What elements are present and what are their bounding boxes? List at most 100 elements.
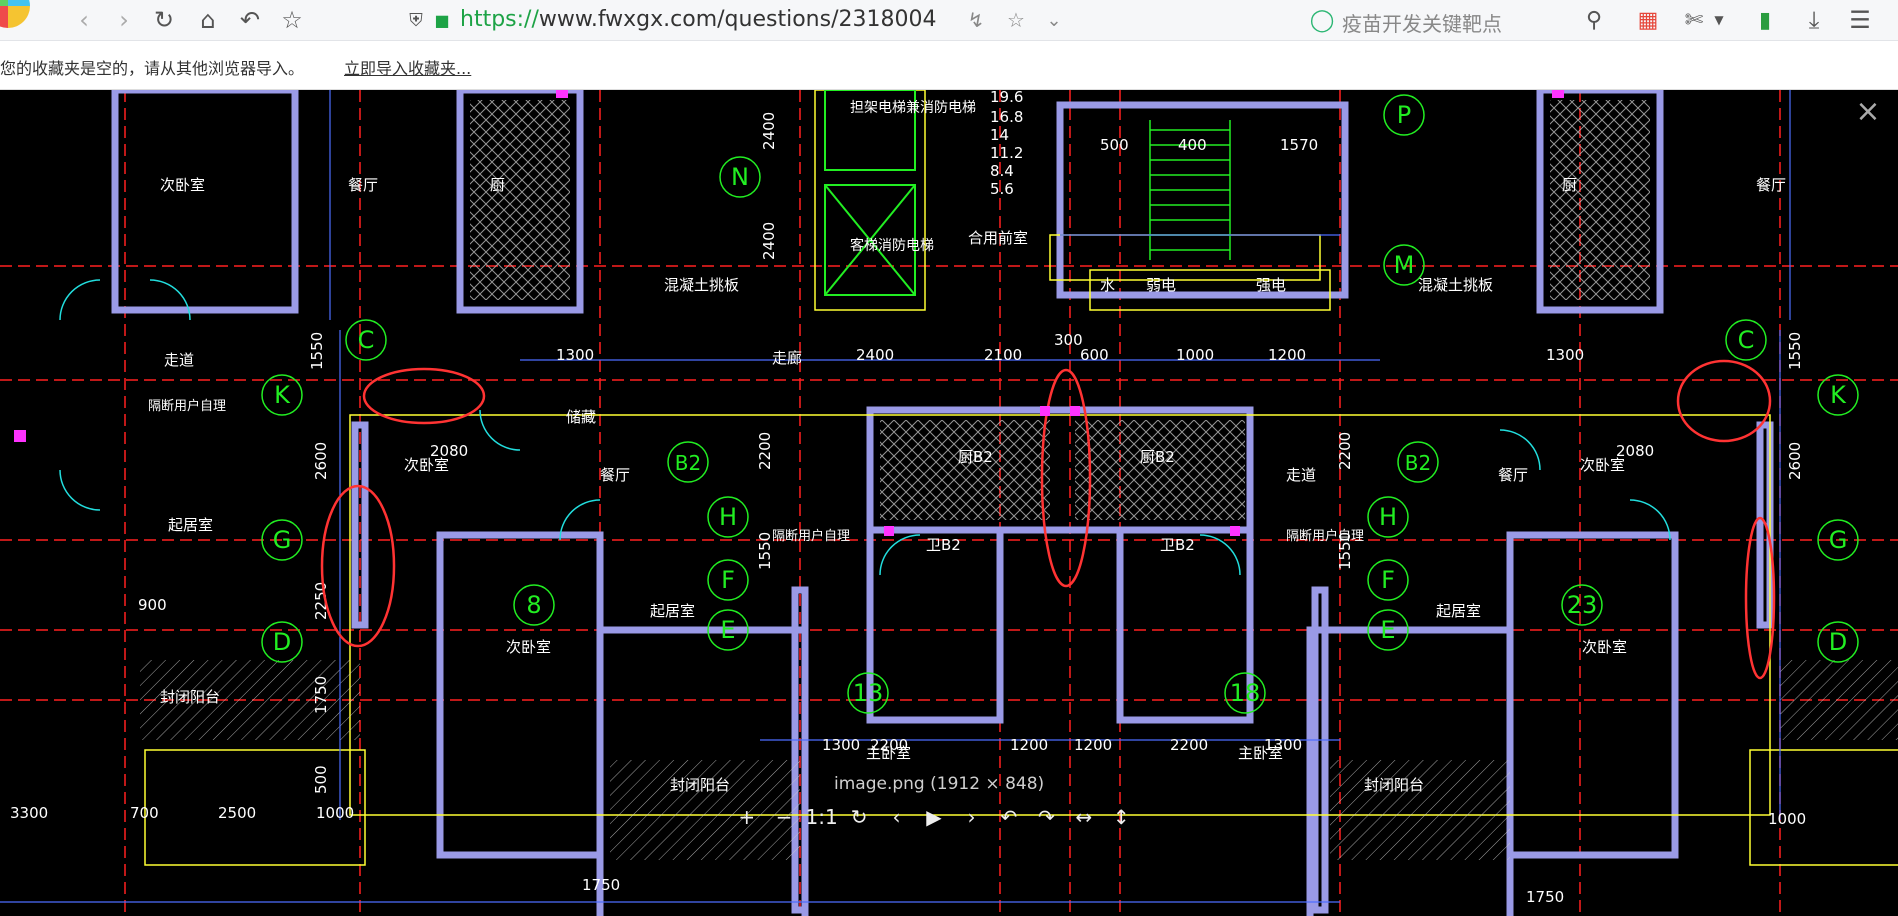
room-label: 卫B2 bbox=[926, 536, 961, 554]
import-bookmarks-link[interactable]: 立即导入收藏夹... bbox=[344, 55, 471, 79]
room-label: 起居室 bbox=[168, 516, 213, 534]
room-label: 封闭阳台 bbox=[1364, 776, 1424, 794]
menu-icon[interactable]: ☰ bbox=[1846, 6, 1874, 34]
download-icon[interactable]: ⤓ bbox=[1800, 6, 1828, 34]
dimension-label: 500 bbox=[1100, 136, 1129, 154]
dimension-label: 14 bbox=[990, 126, 1009, 144]
rotate-icon[interactable]: ↻ bbox=[840, 800, 877, 834]
room-label: 强电 bbox=[1256, 276, 1286, 294]
room-label: 封闭阳台 bbox=[160, 688, 220, 706]
address-bar[interactable]: ⛨ ■ https://www.fwxgx.com/questions/2318… bbox=[398, 4, 1260, 36]
bookmarks-bar: 您的收藏夹是空的，请从其他浏览器导入。 立即导入收藏夹... bbox=[0, 41, 1898, 90]
room-label: 卫B2 bbox=[1160, 536, 1195, 554]
dimension-label: 8.4 bbox=[990, 162, 1014, 180]
dimension-label: 2600 bbox=[1786, 442, 1804, 480]
dimension-label: 1550 bbox=[1786, 332, 1804, 370]
dimension-label: 1550 bbox=[308, 332, 326, 370]
battery-icon[interactable]: ▮ bbox=[1748, 6, 1782, 34]
axis-label: P bbox=[1397, 101, 1411, 129]
room-number-label: 13 bbox=[853, 679, 884, 707]
dimension-label: 1750 bbox=[582, 876, 620, 894]
dimension-label: 1000 bbox=[316, 804, 354, 822]
dimension-label: 1750 bbox=[312, 676, 330, 714]
actual-size-button[interactable]: 1:1 bbox=[803, 800, 840, 834]
room-label: 合用前室 bbox=[968, 229, 1028, 247]
room-label: 厨B2 bbox=[958, 448, 993, 466]
back-arrow-icon[interactable]: ‹ bbox=[70, 6, 98, 34]
dimension-label: 2500 bbox=[218, 804, 256, 822]
search-icon[interactable]: ⚲ bbox=[1580, 6, 1608, 34]
dimension-label: 2100 bbox=[984, 346, 1022, 364]
play-button[interactable]: ▶ bbox=[915, 800, 952, 834]
annotation-ellipse bbox=[1676, 359, 1772, 443]
flip-vertical-icon[interactable]: ↕ bbox=[1103, 800, 1140, 834]
url-scheme: https:// bbox=[460, 7, 539, 32]
dimension-label: 300 bbox=[1054, 331, 1083, 349]
elevators bbox=[824, 90, 916, 296]
dimension-label: 2200 bbox=[1170, 736, 1208, 754]
star-icon[interactable]: ☆ bbox=[1004, 6, 1028, 34]
search-box[interactable]: ◯ 疫苗开发关键靶点 ⚲ bbox=[1306, 4, 1626, 37]
zoom-in-button[interactable]: + bbox=[728, 800, 765, 834]
previous-button[interactable]: ‹ bbox=[878, 800, 915, 834]
axis-label: G bbox=[1829, 526, 1848, 554]
room-label: 起居室 bbox=[1436, 602, 1481, 620]
dimension-label: 1200 bbox=[1268, 346, 1306, 364]
scissors-icon[interactable]: ✄ bbox=[1680, 6, 1708, 34]
image-viewer: K G D C N H F E B2 8 13 18 P M B2 H F E … bbox=[0, 90, 1898, 916]
dimension-label: 1550 bbox=[1336, 532, 1354, 570]
room-number-label: 18 bbox=[1230, 679, 1261, 707]
forward-arrow-icon[interactable]: › bbox=[110, 6, 138, 34]
search-engine-icon: ◯ bbox=[1309, 7, 1335, 33]
room-label: 走廊 bbox=[772, 349, 802, 367]
close-viewer-button[interactable]: × bbox=[1854, 97, 1882, 127]
viewer-controls: + − 1:1 ↻ ‹ ▶ › ↶ ↷ ↔ ↕ bbox=[728, 800, 1140, 834]
room-label: 厨B2 bbox=[1140, 448, 1175, 466]
dimension-label: 1200 bbox=[1074, 736, 1112, 754]
dimension-label: 19.6 bbox=[990, 90, 1023, 106]
room-label: 餐厅 bbox=[1498, 466, 1528, 484]
room-label: 水 bbox=[1100, 276, 1115, 294]
axis-label: K bbox=[1830, 381, 1847, 409]
star-icon[interactable]: ☆ bbox=[278, 6, 306, 34]
room-label: 餐厅 bbox=[1756, 176, 1786, 194]
shield-icon: ⛨ bbox=[409, 9, 423, 31]
axis-label: H bbox=[1379, 503, 1397, 531]
axis-label: N bbox=[731, 163, 749, 191]
dimension-label: 500 bbox=[312, 765, 330, 794]
lightning-icon[interactable]: ↯ bbox=[964, 6, 988, 34]
room-label: 担架电梯兼消防电梯 bbox=[850, 100, 976, 116]
browser-logo bbox=[0, 0, 30, 28]
dimension-label: 1300 bbox=[556, 346, 594, 364]
axis-label: K bbox=[274, 381, 291, 409]
undo-icon[interactable]: ↶ bbox=[236, 6, 264, 34]
dimension-label: 2200 bbox=[1336, 432, 1354, 470]
axis-label: C bbox=[358, 326, 375, 354]
refresh-icon[interactable]: ↻ bbox=[150, 6, 178, 34]
room-label: 餐厅 bbox=[348, 176, 378, 194]
next-button[interactable]: › bbox=[953, 800, 990, 834]
dimension-label: 600 bbox=[1080, 346, 1109, 364]
chevron-down-icon[interactable]: ⌄ bbox=[1042, 6, 1066, 34]
dimension-label: 1000 bbox=[1176, 346, 1214, 364]
bookmarks-empty-message: 您的收藏夹是空的，请从其他浏览器导入。 bbox=[0, 59, 305, 78]
dimension-label: 2200 bbox=[870, 736, 908, 754]
axis-label: G bbox=[273, 526, 292, 554]
dimension-label: 1300 bbox=[1546, 346, 1584, 364]
dimension-label: 700 bbox=[130, 804, 159, 822]
chevron-down-icon[interactable]: ▼ bbox=[1712, 6, 1726, 34]
flip-horizontal-icon[interactable]: ↔ bbox=[1065, 800, 1102, 834]
home-icon[interactable]: ⌂ bbox=[194, 6, 222, 34]
dimension-label: 2400 bbox=[760, 112, 778, 150]
rotate-right-icon[interactable]: ↷ bbox=[1028, 800, 1065, 834]
dimension-label: 1750 bbox=[1526, 888, 1564, 906]
room-label: 走道 bbox=[164, 351, 194, 369]
axis-label: D bbox=[1829, 628, 1847, 656]
apps-grid-icon[interactable]: ▦ bbox=[1634, 6, 1662, 34]
room-label: 混凝土挑板 bbox=[664, 276, 739, 294]
rotate-left-icon[interactable]: ↶ bbox=[990, 800, 1027, 834]
axis-label: E bbox=[720, 616, 735, 644]
axis-label: F bbox=[1381, 566, 1395, 594]
axis-label: F bbox=[721, 566, 735, 594]
zoom-out-button[interactable]: − bbox=[765, 800, 802, 834]
